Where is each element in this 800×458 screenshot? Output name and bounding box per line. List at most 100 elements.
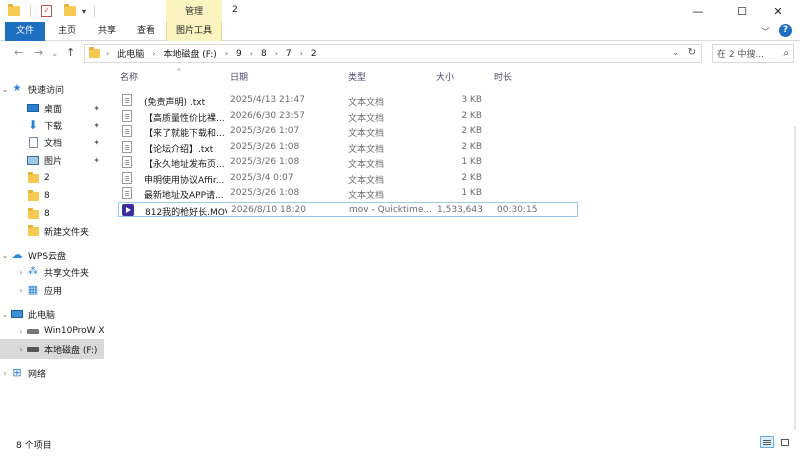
chevron-right-icon[interactable]: › (16, 268, 26, 277)
chevron-down-icon[interactable]: ⌄ (0, 310, 10, 319)
column-header-type[interactable]: 类型 (348, 70, 366, 83)
sidebar-item-label: 下载 (44, 121, 63, 132)
sidebar-item-documents[interactable]: 文档 ✦ (0, 132, 110, 152)
search-placeholder: 在 2 中搜... (717, 50, 765, 60)
file-name: 【论坛介绍】.txt (144, 144, 214, 155)
chevron-down-icon[interactable]: ⌄ (0, 251, 10, 260)
pin-icon[interactable]: ✦ (93, 104, 100, 113)
folder-icon (26, 207, 40, 220)
breadcrumb-separator-icon[interactable]: › (250, 49, 253, 58)
chevron-right-icon[interactable]: › (16, 286, 26, 295)
file-row[interactable]: (免责声明) .txt 2025/4/13 21:47 文本文档 3 KB (118, 93, 578, 108)
chevron-right-icon[interactable]: › (0, 369, 10, 378)
sidebar-item-quick-access[interactable]: ⌄ ★ 快速访问 (0, 79, 110, 99)
minimize-button[interactable]: — (676, 0, 720, 22)
file-date: 2026/8/10 18:20 (231, 204, 306, 215)
sidebar-item-label: Win10ProW X (44, 326, 105, 336)
breadcrumb-8[interactable]: 8 (261, 49, 267, 59)
expand-ribbon-icon[interactable]: ﹀ (761, 25, 770, 38)
search-input[interactable]: 在 2 中搜... ⌕ (712, 44, 794, 63)
sidebar-item-pictures[interactable]: 图片 ✦ (0, 150, 110, 170)
video-file-icon (122, 203, 134, 216)
navigation-pane: ⌄ ★ 快速访问 桌面 ✦ ⬇ 下载 ✦ 文档 ✦ 图片 ✦ 2 8 8 新建文… (0, 66, 110, 430)
close-button[interactable]: ✕ (756, 0, 800, 22)
file-row[interactable]: 最新地址及APP请... 2025/3/26 1:08 文本文档 1 KB (118, 186, 578, 201)
customize-toolbar-icon[interactable]: ▾ (82, 7, 86, 16)
file-name: 申明使用协议Affir... (144, 175, 225, 186)
breadcrumb-local-disk[interactable]: 本地磁盘 (F:) (163, 47, 216, 60)
pin-icon[interactable]: ✦ (93, 121, 100, 130)
breadcrumb-separator-icon[interactable]: › (275, 49, 278, 58)
back-button[interactable]: ← (14, 47, 23, 59)
tab-share[interactable]: 共享 (90, 22, 124, 41)
sidebar-item-new-folder[interactable]: 新建文件夹 (0, 221, 110, 241)
new-folder-icon[interactable] (64, 4, 76, 16)
folder-icon[interactable] (8, 4, 20, 16)
breadcrumb-9[interactable]: 9 (236, 49, 242, 59)
details-view-button[interactable] (760, 436, 774, 448)
tab-home[interactable]: 主页 (50, 22, 84, 41)
file-name: 【来了就能下载和... (144, 129, 225, 139)
breadcrumb-separator-icon[interactable]: › (225, 49, 228, 58)
properties-icon[interactable]: ✓ (41, 5, 52, 17)
up-button[interactable]: ↑ (66, 47, 75, 59)
tab-file[interactable]: 文件 (5, 22, 45, 41)
file-size: 2 KB (461, 172, 482, 183)
help-icon[interactable]: ? (779, 24, 792, 37)
vertical-scrollbar[interactable] (790, 66, 800, 458)
file-size: 1 KB (461, 188, 482, 198)
pin-icon[interactable]: ✦ (93, 156, 100, 165)
breadcrumb-7[interactable]: 7 (286, 49, 292, 59)
folder-icon (26, 224, 40, 237)
file-row[interactable]: 812我的枪好长.MOV 2026/8/10 18:20 mov - Quickti… (118, 201, 578, 218)
tab-picture-tools[interactable]: 图片工具 (166, 22, 222, 41)
chevron-down-icon[interactable]: ⌄ (0, 85, 10, 94)
large-icons-view-button[interactable] (778, 436, 792, 448)
sidebar-item-network[interactable]: › ⊞ 网络 (0, 363, 110, 383)
column-header-date[interactable]: 日期 (230, 70, 248, 83)
sidebar-item-folder-8[interactable]: 8 (0, 186, 110, 206)
sidebar-item-label: 应用 (44, 286, 63, 297)
refresh-icon[interactable]: ↻ (688, 47, 696, 58)
desktop-icon (26, 102, 40, 114)
chevron-right-icon[interactable]: › (16, 345, 26, 354)
recent-locations-button[interactable]: ⌄ (51, 48, 59, 60)
text-file-icon (122, 94, 132, 106)
file-size: 3 KB (461, 95, 482, 105)
column-header-duration[interactable]: 时长 (494, 70, 512, 83)
sidebar-item-apps[interactable]: › ▦ 应用 (0, 280, 110, 300)
context-tab-manage[interactable]: 管理 (166, 0, 222, 22)
file-type: 文本文档 (348, 144, 385, 155)
file-row[interactable]: 申明使用协议Affir... 2025/3/4 0:07 文本文档 2 KB (118, 171, 578, 186)
sidebar-item-label: 桌面 (44, 104, 63, 115)
breadcrumb-this-pc[interactable]: 此电脑 (117, 47, 144, 60)
search-icon[interactable]: ⌕ (783, 48, 789, 59)
details-view-icon (763, 441, 771, 443)
column-header-size[interactable]: 大小 (436, 70, 454, 83)
sidebar-item-folder-2[interactable]: 2 (0, 168, 110, 188)
tab-view[interactable]: 查看 (128, 22, 164, 41)
breadcrumb-separator-icon[interactable]: › (300, 49, 303, 58)
forward-button[interactable]: → (34, 47, 43, 59)
file-row[interactable]: 【永久地址发布页... 2025/3/26 1:08 文本文档 1 KB (118, 155, 578, 170)
sidebar-item-win10-drive[interactable]: › Win10ProW X (0, 321, 110, 341)
sidebar-item-label: 新建文件夹 (44, 227, 90, 238)
sidebar-item-local-disk-f[interactable]: › 本地磁盘 (F:) (0, 339, 104, 359)
address-bar[interactable]: › 此电脑 › 本地磁盘 (F:) › 9 › 8 › 7 › 2 ⌄ ↻ (84, 44, 702, 63)
title-bar: ✓ ▾ 管理 2 — ☐ ✕ (0, 0, 800, 22)
column-header-name[interactable]: 名称 ^ (120, 68, 182, 83)
file-row[interactable]: 【来了就能下载和... 2025/3/26 1:07 文本文档 2 KB (118, 124, 578, 139)
file-row[interactable]: 【高质量性价比裸... 2026/6/30 23:57 文本文档 2 KB (118, 109, 578, 124)
pin-icon[interactable]: ✦ (93, 138, 100, 147)
file-date: 2025/3/26 1:07 (230, 126, 300, 136)
sidebar-item-label: WPS云盘 (28, 251, 67, 262)
sidebar-item-label: 图片 (44, 156, 63, 167)
sidebar-item-shared-folder[interactable]: › ⁂ 共享文件夹 (0, 262, 110, 282)
file-row[interactable]: 【论坛介绍】.txt 2025/3/26 1:08 文本文档 2 KB (118, 140, 578, 155)
breadcrumb-separator-icon[interactable]: › (152, 49, 155, 58)
breadcrumb-separator-icon[interactable]: › (106, 49, 109, 58)
text-file-icon (122, 125, 132, 137)
address-dropdown-icon[interactable]: ⌄ (672, 48, 679, 57)
chevron-right-icon[interactable]: › (16, 327, 26, 336)
breadcrumb-2[interactable]: 2 (311, 49, 317, 59)
